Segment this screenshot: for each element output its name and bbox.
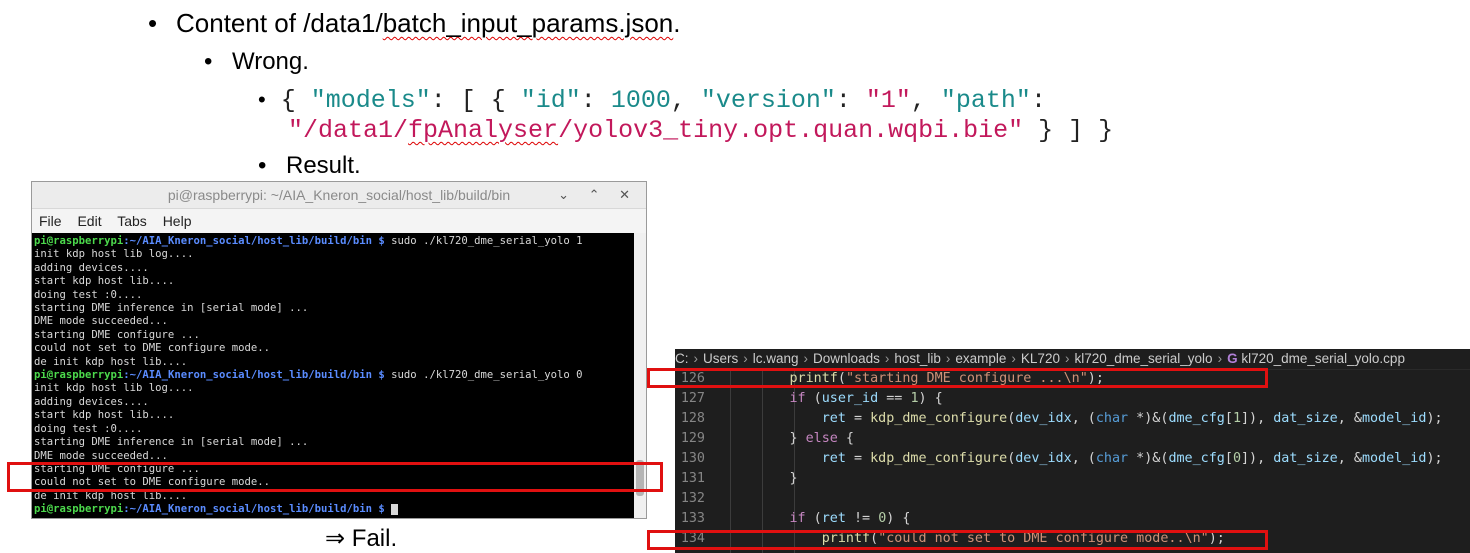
chevron-right-icon: › [1011,351,1016,366]
terminal-line: starting DME inference in [serial mode] … [34,302,309,315]
terminal-line: init kdp host lib log.... [34,248,194,261]
code-lines[interactable]: 126 printf("starting DME configure ...\n… [675,369,1470,553]
breadcrumb-item[interactable]: KL720 [1021,351,1060,366]
terminal-line: adding devices.... [34,395,149,408]
breadcrumb-item[interactable]: C: [675,351,689,366]
editor-line-134-highlight [647,530,1268,550]
chevron-right-icon: › [1217,351,1223,366]
terminal-line: starting DME inference in [serial mode] … [34,436,309,449]
chevron-right-icon: › [1064,351,1070,366]
code-line: 128 ret = kdp_dme_configure(dev_idx, (ch… [680,411,1443,426]
chevron-right-icon: › [693,351,699,366]
chevron-right-icon: › [803,351,809,366]
terminal-line: doing test :0.... [34,422,143,435]
breadcrumb-item[interactable]: lc.wang [753,351,799,366]
terminal-titlebar[interactable]: pi@raspberrypi: ~/AIA_Kneron_social/host… [32,182,646,209]
breadcrumb-item[interactable]: host_lib [894,351,941,366]
breadcrumb-file[interactable]: kl720_dme_serial_yolo.cpp [1241,351,1405,366]
json-line-2: "/data1/fpAnalyser/yolov3_tiny.opt.quan.… [288,116,1114,145]
terminal-line: starting DME configure ... [34,328,200,341]
breadcrumb-item[interactable]: kl720_dme_serial_yolo [1074,351,1212,366]
code-line: 130 ret = kdp_dme_configure(dev_idx, (ch… [680,451,1443,466]
menu-help[interactable]: Help [163,213,192,229]
editor-line-126-highlight [647,368,1268,388]
terminal-line: DME mode succeeded... [34,449,168,462]
chevron-right-icon: › [884,351,890,366]
bullet-dot: • [148,8,158,38]
window-controls[interactable]: ⌄ ⌃ ✕ [558,182,638,208]
terminal-cursor [391,503,399,515]
terminal-line: could not set to DME configure mode.. [34,342,270,355]
breadcrumb-item[interactable]: example [955,351,1006,366]
breadcrumb-item[interactable]: Users [703,351,738,366]
cpp-file-icon: G [1227,351,1238,366]
bullet-dot: • [204,48,213,75]
code-line: 132 [680,491,705,506]
json-line-1: • { "models": [ { "id": 1000, "version":… [258,86,1046,115]
code-line: 127 if (user_id == 1) { [680,391,943,406]
code-line: 131 } [680,471,798,486]
terminal-line: adding devices.... [34,261,149,274]
terminal-line: doing test :0.... [34,288,143,301]
bullet-result: • Result. [258,152,361,179]
menu-file[interactable]: File [39,213,62,229]
terminal-line: pi@raspberrypi:~/AIA_Kneron_social/host_… [34,503,634,516]
menu-tabs[interactable]: Tabs [117,213,147,229]
terminal-line: start kdp host lib.... [34,275,175,288]
terminal-title: pi@raspberrypi: ~/AIA_Kneron_social/host… [167,187,511,203]
terminal-line: pi@raspberrypi:~/AIA_Kneron_social/host_… [34,369,583,382]
terminal-line: de init kdp host lib.... [34,355,188,368]
json-filename: batch_input_params.json [382,8,674,38]
bullet-dot: • [258,152,267,179]
terminal-error-highlight [7,462,663,492]
breadcrumb: C: › Users › lc.wang › Downloads › host_lib › exam… [675,349,1470,370]
terminal-line: DME mode succeeded... [34,315,168,328]
code-line: 133 if (ret != 0) { [680,511,911,526]
terminal-line: pi@raspberrypi:~/AIA_Kneron_social/host_… [34,235,583,247]
terminal-line: start kdp host lib.... [34,409,175,422]
terminal-line: init kdp host lib log.... [34,382,194,395]
terminal-menubar: File Edit Tabs Help [32,209,646,233]
chevron-right-icon: › [743,351,748,366]
bullet-wrong: • Wrong. [204,48,309,75]
fail-label: ⇒ Fail. [325,525,398,552]
code-line: 129 } else { [680,431,854,446]
bullet-content-of: • Content of /data1/batch_input_params.js… [148,8,681,38]
breadcrumb-item[interactable]: Downloads [813,351,880,366]
menu-edit[interactable]: Edit [77,213,101,229]
chevron-right-icon: › [945,351,951,366]
